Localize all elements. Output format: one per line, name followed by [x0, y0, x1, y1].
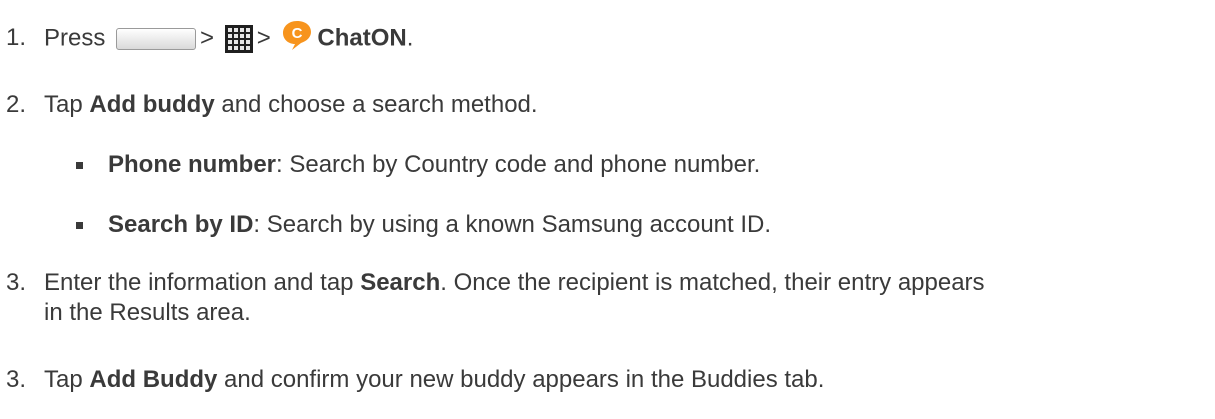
bullet-marker: [76, 162, 83, 169]
step-number: 3.: [6, 269, 27, 296]
app-name: ChatON: [317, 24, 407, 52]
svg-text:C: C: [292, 25, 303, 42]
separator: >: [256, 24, 271, 52]
step-number: 1.: [6, 24, 27, 51]
step-number: 3.: [6, 366, 27, 393]
step-text: Tap Add buddy and choose a search method…: [44, 91, 538, 118]
step-text: Press: [44, 24, 106, 52]
step-text: Tap Add Buddy and confirm your new buddy…: [44, 366, 825, 393]
step-text: Enter the information and tap Search. On…: [44, 269, 985, 296]
separator: >: [200, 24, 215, 52]
bullet-text: Search by ID: Search by using a known Sa…: [108, 211, 772, 238]
chaton-app-icon: C: [283, 21, 312, 50]
home-key-icon: [116, 28, 197, 50]
bullet-text: Phone number: Search by Country code and…: [108, 151, 761, 178]
apps-grid-icon: [224, 25, 253, 53]
step-number: 2.: [6, 91, 27, 118]
bullet-marker: [76, 222, 83, 229]
